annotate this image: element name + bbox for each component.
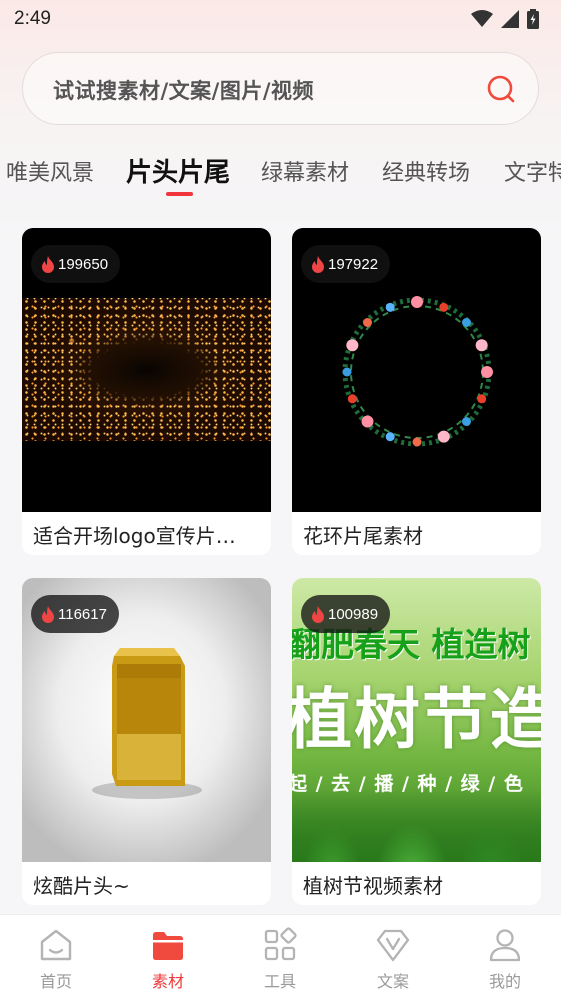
view-count: 100989 <box>328 605 379 623</box>
status-bar: 2:49 <box>0 0 561 38</box>
wreath-flower <box>385 432 395 442</box>
view-count-badge: 116617 <box>31 595 119 633</box>
search-icon[interactable] <box>486 74 516 104</box>
card-title: 花环片尾素材 <box>303 524 423 548</box>
signal-icon <box>501 10 519 28</box>
wreath-flower <box>363 318 373 328</box>
tab-intro-outro[interactable]: 片头片尾 <box>126 152 230 189</box>
wreath-flower <box>477 394 487 404</box>
nav-label: 首页 <box>39 972 72 991</box>
nav-label: 我的 <box>488 972 521 991</box>
nav-label: 文案 <box>376 972 409 991</box>
wreath-flower <box>342 367 352 377</box>
nav-item-profile[interactable]: 我的 <box>449 915 561 1000</box>
wreath-flower <box>437 430 450 443</box>
tab-green-screen[interactable]: 绿幕素材 <box>261 155 349 187</box>
material-card[interactable]: 116617 炫酷片头~ <box>22 578 271 905</box>
user-icon <box>489 929 521 962</box>
card-thumbnail: 197922 <box>292 228 541 512</box>
search-placeholder: 试试搜素材/文案/图片/视频 <box>53 79 315 103</box>
view-count: 199650 <box>58 255 109 273</box>
folder-icon <box>153 932 183 960</box>
sparkle-particles <box>22 298 271 441</box>
wreath-flower <box>412 437 422 447</box>
card-title: 适合开场logo宣传片… <box>33 524 236 548</box>
grid-icon <box>264 927 297 961</box>
search-bar[interactable]: 试试搜素材/文案/图片/视频 <box>22 52 539 125</box>
nav-label: 素材 <box>151 972 184 991</box>
bottom-nav: 首页 素材 工具 文案 我的 <box>0 914 561 1000</box>
nav-item-home[interactable]: 首页 <box>0 915 112 1000</box>
v-diamond-icon <box>376 929 410 962</box>
category-tabs: 唯美风景 片头片尾 绿幕素材 经典转场 文字特 <box>0 150 561 200</box>
wreath-flower <box>439 302 449 312</box>
wreath-flower <box>481 366 493 378</box>
tab-transitions[interactable]: 经典转场 <box>382 155 470 187</box>
card-thumbnail: 199650 <box>22 228 271 512</box>
card-title: 炫酷片头~ <box>33 874 130 898</box>
material-card[interactable]: 199650 适合开场logo宣传片… <box>22 228 271 555</box>
wreath-flower <box>411 296 423 308</box>
view-count-badge: 199650 <box>31 245 121 283</box>
view-count-badge: 100989 <box>301 595 391 633</box>
tab-text-effects[interactable]: 文字特 <box>504 155 561 187</box>
view-count: 197922 <box>328 255 379 273</box>
card-title: 植树节视频素材 <box>303 874 443 898</box>
wreath-flower <box>346 339 359 352</box>
leaves-foreground <box>292 788 541 862</box>
material-card[interactable]: 197922 花环片尾素材 <box>292 228 541 555</box>
battery-icon <box>527 9 539 29</box>
wreath-flower <box>385 302 395 312</box>
flame-icon <box>312 605 324 623</box>
flame-icon <box>42 605 54 623</box>
card-thumbnail: 翻肥春天 植造树 植树节造林 起 / 去 / 播 / 种 / 绿 / 色 100… <box>292 578 541 862</box>
material-card[interactable]: 翻肥春天 植造树 植树节造林 起 / 去 / 播 / 种 / 绿 / 色 100… <box>292 578 541 905</box>
status-icons <box>471 9 539 29</box>
wifi-icon <box>471 10 493 27</box>
thumb-big-text: 植树节造林 <box>292 681 541 758</box>
view-count: 116617 <box>58 605 107 623</box>
nav-label: 工具 <box>263 972 296 991</box>
tab-scenery[interactable]: 唯美风景 <box>6 155 94 187</box>
wreath-flower <box>461 318 471 328</box>
wreath-flower <box>475 339 488 352</box>
wreath-flower <box>347 394 357 404</box>
wreath-flower <box>461 416 471 426</box>
flame-icon <box>312 255 324 273</box>
wreath-flower <box>361 415 374 428</box>
home-icon <box>40 929 72 961</box>
nav-item-copywriting[interactable]: 文案 <box>337 915 449 1000</box>
flame-icon <box>42 255 54 273</box>
nav-item-tools[interactable]: 工具 <box>224 915 336 1000</box>
active-tab-indicator <box>166 192 193 196</box>
view-count-badge: 197922 <box>301 245 391 283</box>
status-time: 2:49 <box>14 8 51 29</box>
card-thumbnail: 116617 <box>22 578 271 862</box>
nav-item-materials[interactable]: 素材 <box>112 915 224 1000</box>
